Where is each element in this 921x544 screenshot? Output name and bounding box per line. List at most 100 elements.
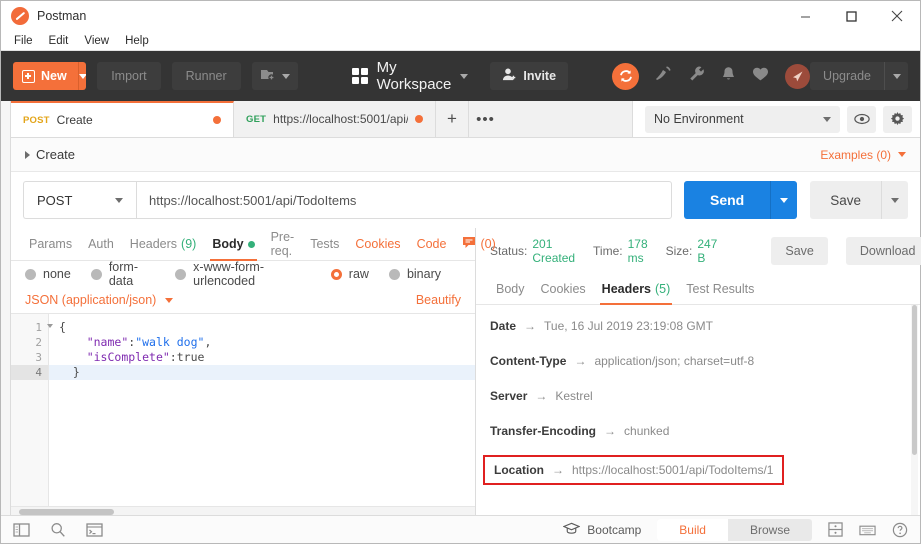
- breadcrumb-row: Create Examples (0): [11, 138, 920, 172]
- response-tab-test-results[interactable]: Test Results: [678, 272, 762, 305]
- content-type-select[interactable]: JSON (application/json): [25, 293, 174, 307]
- arrow-icon: →: [535, 389, 548, 403]
- save-response-button[interactable]: Save: [771, 236, 828, 265]
- unsaved-dot-icon: [415, 115, 423, 123]
- tab-auth[interactable]: Auth: [80, 228, 122, 261]
- import-button[interactable]: Import: [97, 62, 161, 90]
- menu-item-view[interactable]: View: [77, 32, 116, 50]
- code-line: }: [49, 365, 475, 380]
- upgrade-dropdown[interactable]: [884, 62, 908, 90]
- body-type-raw[interactable]: raw: [330, 267, 369, 281]
- save-request-button[interactable]: Save: [810, 181, 881, 219]
- response-tab-cookies[interactable]: Cookies: [533, 272, 594, 305]
- chevron-down-icon: [78, 73, 87, 79]
- tab-strip-spacer: [502, 101, 632, 137]
- tab-headers[interactable]: Headers (9): [122, 228, 205, 261]
- maximize-icon[interactable]: [828, 1, 874, 31]
- sidebar-toggle-icon[interactable]: [13, 522, 30, 537]
- editor-horizontal-scrollbar[interactable]: [11, 506, 475, 515]
- menu-item-help[interactable]: Help: [118, 32, 156, 50]
- bell-icon[interactable]: [721, 66, 736, 87]
- add-tab-button[interactable]: +: [436, 101, 469, 137]
- url-input[interactable]: https://localhost:5001/api/TodoItems: [136, 181, 672, 219]
- code-line: "isComplete":true: [86, 350, 205, 364]
- window-controls: [782, 1, 920, 31]
- comment-icon: [462, 236, 476, 252]
- invite-button[interactable]: Invite: [490, 62, 569, 90]
- bootcamp-button[interactable]: Bootcamp: [562, 522, 641, 538]
- send-button[interactable]: Send: [683, 181, 771, 219]
- response-status-row: Status: 201 Created Time: 178 ms Size: 2…: [476, 228, 921, 273]
- send-dropdown-button[interactable]: [770, 181, 798, 219]
- triangle-right-icon: [25, 150, 30, 159]
- http-method-select[interactable]: POST: [23, 181, 136, 219]
- runner-button[interactable]: Runner: [171, 62, 241, 90]
- editor-code-area[interactable]: { "name":"walk dog", "isComplete":true }: [49, 314, 475, 515]
- environment-quick-look-button[interactable]: [847, 105, 876, 133]
- tab-body-label: Body: [212, 237, 244, 251]
- new-window-button[interactable]: [251, 62, 298, 90]
- build-tab[interactable]: Build: [657, 518, 728, 541]
- help-circle-icon[interactable]: [892, 522, 908, 538]
- keyboard-icon[interactable]: [859, 523, 876, 536]
- title-bar: Postman: [1, 1, 920, 31]
- menu-item-file[interactable]: File: [7, 32, 40, 50]
- examples-dropdown[interactable]: Examples (0): [820, 148, 906, 162]
- breadcrumb[interactable]: Create: [25, 147, 75, 162]
- workspace-selector[interactable]: My Workspace: [351, 59, 469, 93]
- sync-icon[interactable]: [612, 62, 640, 90]
- save-dropdown-button[interactable]: [881, 181, 908, 219]
- response-tab-body[interactable]: Body: [488, 272, 533, 305]
- request-tab-get-todoitems[interactable]: GET https://localhost:5001/api/TodoI: [234, 101, 436, 137]
- new-button-dropdown[interactable]: [77, 62, 87, 90]
- wrench-icon[interactable]: [688, 65, 705, 87]
- response-tab-headers-label: Headers: [601, 281, 652, 296]
- environment-select[interactable]: No Environment: [645, 105, 840, 133]
- response-tab-headers[interactable]: Headers (5): [594, 272, 679, 305]
- response-pane: Status: 201 Created Time: 178 ms Size: 2…: [476, 228, 921, 515]
- minimize-icon[interactable]: [782, 1, 828, 31]
- build-browse-toggle: Build Browse: [657, 518, 812, 541]
- rocket-icon[interactable]: [785, 63, 811, 89]
- time-label: Time:: [593, 243, 623, 258]
- body-type-none[interactable]: none: [25, 267, 71, 281]
- tab-code[interactable]: Code: [409, 228, 455, 261]
- tab-options-button[interactable]: •••: [469, 101, 502, 137]
- radio-selected-icon: [330, 268, 342, 280]
- body-code-editor[interactable]: 1 2 3 4 { "name":"walk dog", "isComplete…: [11, 313, 475, 515]
- browse-tab[interactable]: Browse: [728, 519, 812, 541]
- search-icon[interactable]: [50, 522, 66, 538]
- menu-item-edit[interactable]: Edit: [42, 32, 76, 50]
- tab-cookies[interactable]: Cookies: [347, 228, 408, 261]
- gear-icon[interactable]: [883, 105, 912, 133]
- tab-prerequest[interactable]: Pre-req.: [263, 228, 303, 261]
- beautify-button[interactable]: Beautify: [416, 293, 461, 307]
- response-vertical-scrollbar[interactable]: [911, 305, 918, 515]
- workspace-name: My Workspace: [376, 59, 452, 93]
- two-pane-layout-icon[interactable]: [828, 522, 843, 537]
- chevron-down-icon: [281, 73, 290, 79]
- tab-tests[interactable]: Tests: [302, 228, 347, 261]
- radio-icon: [25, 268, 36, 280]
- new-button[interactable]: New: [13, 62, 87, 90]
- tab-params[interactable]: Params: [21, 228, 80, 261]
- new-window-icon: [260, 67, 275, 85]
- fold-triangle-icon[interactable]: [47, 324, 53, 328]
- body-type-form-data[interactable]: form-data: [90, 260, 155, 288]
- body-type-urlencoded[interactable]: x-www-form-urlencoded: [175, 260, 311, 288]
- body-type-binary[interactable]: binary: [388, 267, 441, 281]
- heart-icon[interactable]: [752, 66, 769, 87]
- request-tab-create[interactable]: POST Create: [11, 101, 234, 137]
- header-key: Server: [490, 389, 528, 403]
- comments-button[interactable]: (0): [454, 228, 503, 261]
- console-icon[interactable]: [86, 522, 103, 537]
- header-row-transfer-encoding: Transfer-Encoding → chunked: [490, 424, 920, 438]
- new-button-main[interactable]: New: [13, 62, 78, 90]
- download-response-button[interactable]: Download: [845, 236, 921, 265]
- gutter-line: 2: [35, 336, 42, 349]
- tab-body[interactable]: Body: [204, 228, 262, 261]
- menu-bar: File Edit View Help: [1, 31, 920, 51]
- satellite-icon[interactable]: [655, 65, 672, 87]
- upgrade-button[interactable]: Upgrade: [810, 62, 908, 90]
- close-icon[interactable]: [874, 1, 920, 31]
